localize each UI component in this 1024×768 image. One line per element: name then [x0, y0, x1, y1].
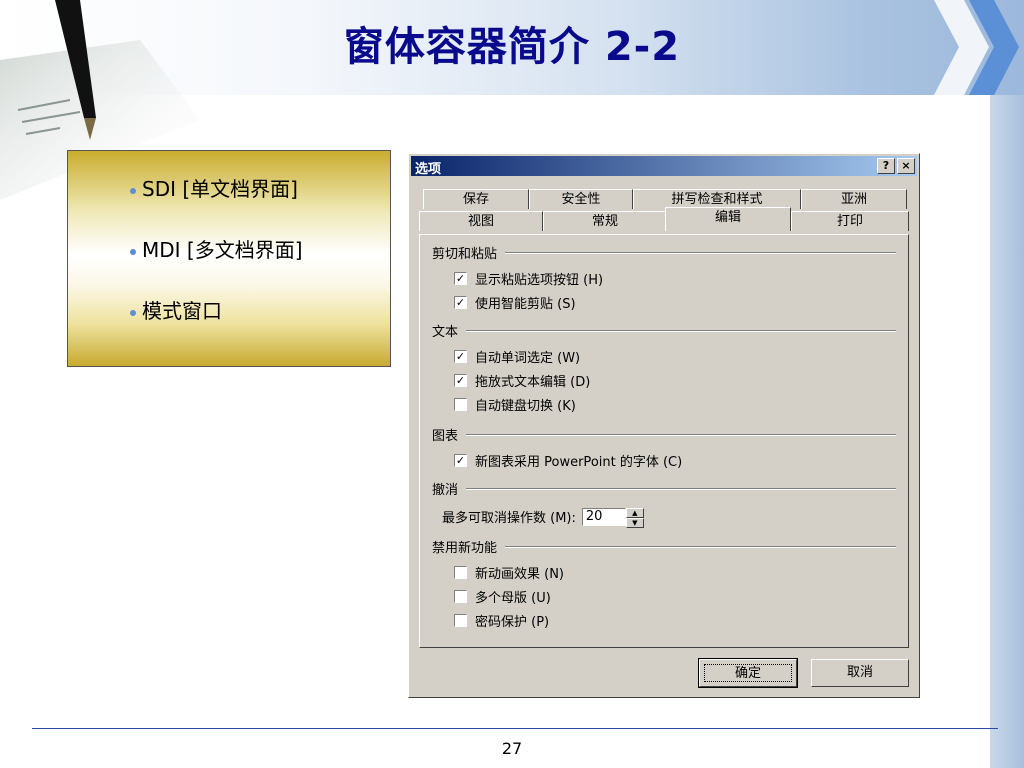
- option-auto-keyboard-switch[interactable]: 自动键盘切换 (K): [454, 395, 576, 414]
- option-new-chart-font[interactable]: ✓ 新图表采用 PowerPoint 的字体 (C): [454, 451, 682, 470]
- footer-divider: [32, 728, 998, 729]
- group-divider: [466, 329, 896, 332]
- option-password-protection[interactable]: 密码保护 (P): [454, 611, 549, 630]
- ok-button-label: 确定: [704, 664, 792, 682]
- option-multiple-masters[interactable]: 多个母版 (U): [454, 587, 551, 606]
- undo-levels-input[interactable]: 20: [581, 507, 626, 526]
- slide-title: 窗体容器简介 2-2: [343, 24, 681, 70]
- right-decor-strip: [990, 95, 1024, 768]
- group-undo: 撤消: [432, 479, 896, 498]
- checkbox-checked-icon[interactable]: ✓: [454, 272, 467, 285]
- spin-up-icon[interactable]: ▲: [625, 507, 644, 518]
- tab-view[interactable]: 视图: [419, 211, 543, 231]
- tab-edit[interactable]: 编辑: [665, 207, 791, 231]
- dialog-title: 选项: [415, 162, 442, 177]
- option-new-animation[interactable]: 新动画效果 (N): [454, 563, 564, 582]
- bullet-text: MDI [多文档界面]: [142, 238, 303, 262]
- group-label: 禁用新功能: [432, 541, 498, 556]
- group-divider: [505, 251, 896, 254]
- option-label: 自动键盘切换 (K): [475, 399, 576, 414]
- checkbox-checked-icon[interactable]: ✓: [454, 454, 467, 467]
- checkbox-checked-icon[interactable]: ✓: [454, 350, 467, 363]
- bullet-dot-icon: [130, 309, 136, 316]
- option-label: 密码保护 (P): [475, 615, 550, 630]
- group-text: 文本: [432, 321, 896, 340]
- bullet-item: MDI [多文档界面]: [130, 234, 303, 263]
- checkbox-unchecked-icon[interactable]: [454, 590, 467, 603]
- page-number: 27: [501, 739, 523, 758]
- option-label: 新动画效果 (N): [475, 567, 565, 582]
- undo-levels-spinner[interactable]: ▲ ▼: [625, 507, 644, 528]
- option-label: 使用智能剪贴 (S): [475, 297, 576, 312]
- help-button[interactable]: ?: [877, 158, 895, 174]
- bullet-dot-icon: [130, 187, 136, 194]
- group-label: 撤消: [432, 483, 459, 498]
- group-label: 剪切和粘贴: [432, 247, 498, 262]
- group-label: 图表: [432, 429, 459, 444]
- bullet-text: SDI [单文档界面]: [142, 177, 298, 201]
- bullet-item: 模式窗口: [130, 295, 222, 324]
- option-label: 自动单词选定 (W): [475, 351, 581, 366]
- tab-save[interactable]: 保存: [423, 189, 529, 209]
- group-disable-new: 禁用新功能: [432, 537, 896, 556]
- tab-general[interactable]: 常规: [543, 211, 667, 231]
- option-label: 显示粘贴选项按钮 (H): [475, 273, 604, 288]
- undo-levels-label: 最多可取消操作数 (M):: [442, 511, 576, 526]
- option-label: 新图表采用 PowerPoint 的字体 (C): [475, 455, 683, 470]
- close-button[interactable]: ×: [897, 158, 915, 174]
- options-dialog: 选项 ? × 保存 安全性 拼写检查和样式 亚洲 视图 常规 编辑 打印 剪切和…: [408, 153, 920, 698]
- checkbox-checked-icon[interactable]: ✓: [454, 374, 467, 387]
- undo-levels-row: 最多可取消操作数 (M): 20 ▲ ▼: [442, 507, 644, 528]
- group-divider: [466, 433, 896, 436]
- bullet-box: SDI [单文档界面] MDI [多文档界面] 模式窗口: [67, 150, 391, 367]
- checkbox-checked-icon[interactable]: ✓: [454, 296, 467, 309]
- group-chart: 图表: [432, 425, 896, 444]
- tab-asian[interactable]: 亚洲: [801, 189, 907, 209]
- dialog-titlebar[interactable]: 选项 ? ×: [411, 156, 917, 177]
- spin-down-icon[interactable]: ▼: [625, 517, 644, 528]
- checkbox-unchecked-icon[interactable]: [454, 614, 467, 627]
- group-divider: [505, 545, 896, 548]
- option-label: 拖放式文本编辑 (D): [475, 375, 591, 390]
- bullet-text: 模式窗口: [142, 299, 222, 323]
- option-show-paste-button[interactable]: ✓ 显示粘贴选项按钮 (H): [454, 269, 603, 288]
- option-drag-drop-edit[interactable]: ✓ 拖放式文本编辑 (D): [454, 371, 590, 390]
- option-smart-cut[interactable]: ✓ 使用智能剪贴 (S): [454, 293, 576, 312]
- option-label: 多个母版 (U): [475, 591, 551, 606]
- bullet-dot-icon: [130, 248, 136, 255]
- bullet-item: SDI [单文档界面]: [130, 173, 298, 202]
- checkbox-unchecked-icon[interactable]: [454, 566, 467, 579]
- option-auto-word-select[interactable]: ✓ 自动单词选定 (W): [454, 347, 580, 366]
- tab-print[interactable]: 打印: [791, 211, 909, 231]
- group-divider: [466, 487, 896, 490]
- ok-button[interactable]: 确定: [698, 658, 798, 688]
- tab-spelling-style[interactable]: 拼写检查和样式: [633, 189, 801, 209]
- edit-panel: 剪切和粘贴 ✓ 显示粘贴选项按钮 (H) ✓ 使用智能剪贴 (S) 文本 ✓ 自动单词…: [419, 234, 909, 648]
- tab-security[interactable]: 安全性: [529, 189, 633, 209]
- group-label: 文本: [432, 325, 459, 340]
- checkbox-unchecked-icon[interactable]: [454, 398, 467, 411]
- cancel-button[interactable]: 取消: [811, 659, 909, 687]
- group-cut-paste: 剪切和粘贴: [432, 243, 896, 262]
